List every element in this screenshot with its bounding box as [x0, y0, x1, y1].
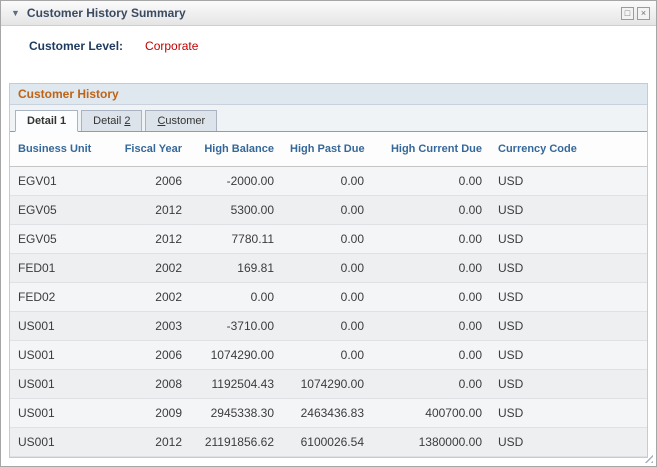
column-header: Currency Code — [490, 132, 647, 167]
table-cell: US001 — [10, 340, 110, 370]
table-cell: 0.00 — [282, 340, 372, 370]
table-cell: US001 — [10, 427, 110, 457]
table-cell: 2463436.83 — [282, 398, 372, 428]
table-cell: 1192504.43 — [190, 369, 282, 399]
close-icon[interactable]: × — [637, 6, 650, 20]
table-cell: US001 — [10, 311, 110, 341]
table-cell: FED01 — [10, 253, 110, 283]
column-header: Fiscal Year — [110, 132, 190, 167]
tab-detail-1[interactable]: Detail 1 — [15, 110, 79, 132]
table-cell: 0.00 — [372, 166, 490, 196]
table-row: US001 2012 21191856.62 6100026.54 1380000.00… — [10, 427, 647, 457]
customer-level-label: Customer Level: — [29, 39, 124, 53]
table-row: US001 2006 1074290.00 0.00 0.00 USD — [10, 340, 647, 370]
restore-icon[interactable]: □ — [621, 6, 634, 20]
grid-header-row: Business Unit Fiscal Year High Balance High… — [10, 132, 647, 167]
table-cell: 169.81 — [190, 253, 282, 283]
column-header: High Past Due — [282, 132, 372, 167]
table-cell: 2003 — [110, 311, 190, 341]
table-cell: FED02 — [10, 282, 110, 312]
table-cell: 2002 — [110, 253, 190, 283]
tab-detail-2[interactable]: Detail 2 — [81, 110, 143, 131]
section-title: Customer History — [10, 84, 647, 105]
table-cell: 1074290.00 — [190, 340, 282, 370]
table-cell: 5300.00 — [190, 195, 282, 225]
table-cell: USD — [490, 282, 647, 312]
table-cell: 0.00 — [282, 282, 372, 312]
tab-customer[interactable]: Customer — [145, 110, 218, 131]
table-cell: 0.00 — [282, 311, 372, 341]
table-cell: 2945338.30 — [190, 398, 282, 428]
table-cell: 2012 — [110, 195, 190, 225]
table-row: FED01 2002 169.81 0.00 0.00 USD — [10, 253, 647, 283]
table-cell: 400700.00 — [372, 398, 490, 428]
table-cell: EGV01 — [10, 166, 110, 196]
table-cell: 2012 — [110, 224, 190, 254]
table-cell: 0.00 — [372, 253, 490, 283]
table-row: EGV05 2012 5300.00 0.00 0.00 USD — [10, 195, 647, 225]
table-cell: 0.00 — [282, 166, 372, 196]
table-cell: EGV05 — [10, 195, 110, 225]
table-cell: USD — [490, 224, 647, 254]
column-header: High Current Due — [372, 132, 490, 167]
tab-accesskey: 2 — [124, 115, 131, 127]
table-cell: 2006 — [110, 166, 190, 196]
table-row: US001 2009 2945338.30 2463436.83 400700.00 US… — [10, 398, 647, 428]
tab-label: Detail — [93, 115, 125, 127]
table-cell: 2009 — [110, 398, 190, 428]
tab-label: Detail 1 — [27, 115, 67, 127]
window-controls: □ × — [621, 6, 650, 20]
table-cell: 2012 — [110, 427, 190, 457]
customer-history-grid: Business Unit Fiscal Year High Balance High… — [10, 132, 647, 457]
table-cell: 0.00 — [372, 282, 490, 312]
table-cell: 1074290.00 — [282, 369, 372, 399]
table-cell: 2006 — [110, 340, 190, 370]
tab-label-rest: ustomer — [165, 115, 206, 127]
table-row: FED02 2002 0.00 0.00 0.00 USD — [10, 282, 647, 312]
table-cell: USD — [490, 166, 647, 196]
table-cell: -2000.00 — [190, 166, 282, 196]
table-cell: USD — [490, 369, 647, 399]
table-cell: US001 — [10, 369, 110, 399]
table-cell: 0.00 — [282, 253, 372, 283]
table-cell: 0.00 — [372, 369, 490, 399]
table-cell: US001 — [10, 398, 110, 428]
table-row: US001 2003 -3710.00 0.00 0.00 USD — [10, 311, 647, 341]
table-cell: 0.00 — [282, 224, 372, 254]
table-cell: USD — [490, 311, 647, 341]
window-title: Customer History Summary — [26, 6, 186, 20]
table-cell: 21191856.62 — [190, 427, 282, 457]
table-cell: 0.00 — [372, 340, 490, 370]
table-cell: 0.00 — [282, 195, 372, 225]
table-cell: 1380000.00 — [372, 427, 490, 457]
tab-bar: Detail 1 Detail 2 Customer — [10, 105, 647, 132]
window-titlebar: ▼ Customer History Summary □ × — [1, 1, 656, 26]
table-row: EGV01 2006 -2000.00 0.00 0.00 USD — [10, 166, 647, 196]
table-cell: 0.00 — [372, 311, 490, 341]
table-cell: 2002 — [110, 282, 190, 312]
table-cell: 6100026.54 — [282, 427, 372, 457]
column-header: Business Unit — [10, 132, 110, 167]
table-cell: USD — [490, 427, 647, 457]
table-cell: USD — [490, 340, 647, 370]
table-cell: 0.00 — [190, 282, 282, 312]
collapse-triangle-icon[interactable]: ▼ — [11, 8, 20, 18]
table-cell: 2008 — [110, 369, 190, 399]
table-cell: 7780.11 — [190, 224, 282, 254]
table-row: EGV05 2012 7780.11 0.00 0.00 USD — [10, 224, 647, 254]
table-cell: USD — [490, 253, 647, 283]
table-cell: USD — [490, 398, 647, 428]
table-cell: -3710.00 — [190, 311, 282, 341]
table-cell: USD — [490, 195, 647, 225]
customer-history-summary-window: ▼ Customer History Summary □ × Customer … — [0, 0, 657, 467]
customer-level-value: Corporate — [145, 39, 199, 53]
customer-history-section: Customer History Detail 1 Detail 2 Custo… — [9, 83, 648, 458]
customer-level-row: Customer Level: Corporate — [29, 39, 656, 53]
table-cell: EGV05 — [10, 224, 110, 254]
table-cell: 0.00 — [372, 224, 490, 254]
grid-body: EGV01 2006 -2000.00 0.00 0.00 USD EGV05 2012 530… — [10, 166, 647, 457]
column-header: High Balance — [190, 132, 282, 167]
table-row: US001 2008 1192504.43 1074290.00 0.00 USD — [10, 369, 647, 399]
table-cell: 0.00 — [372, 195, 490, 225]
